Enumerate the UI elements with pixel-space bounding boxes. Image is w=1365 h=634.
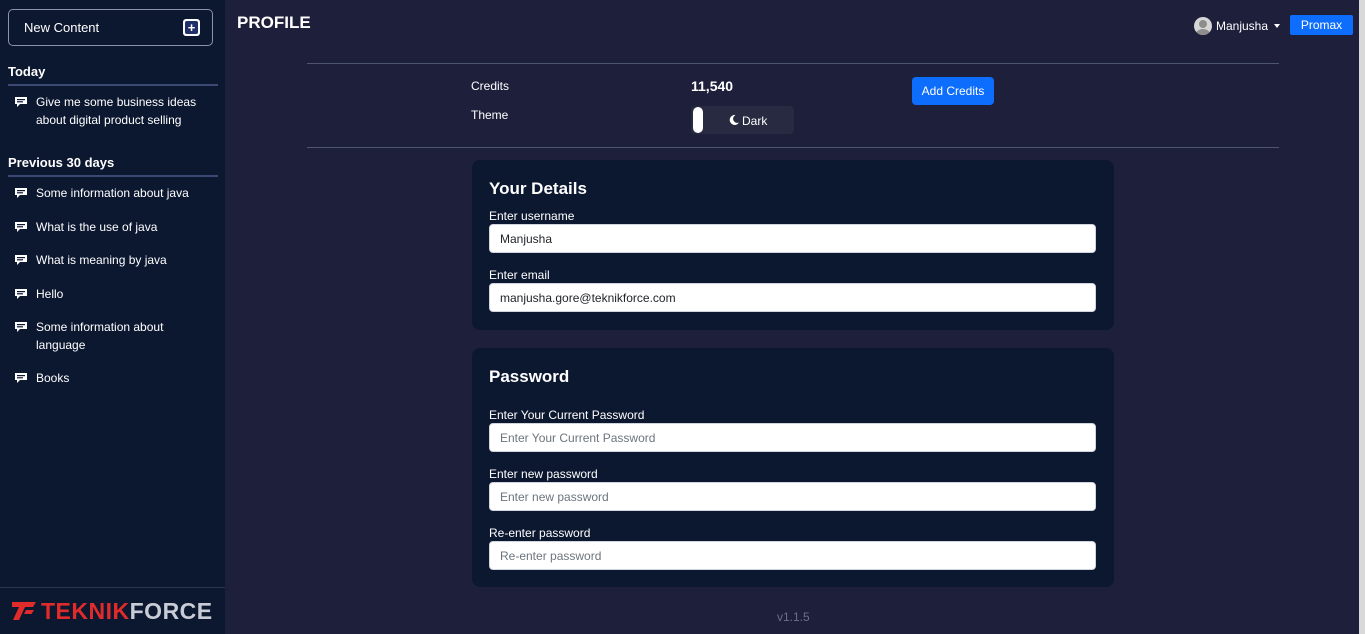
chat-item[interactable]: Give me some business ideas about digita… [14, 93, 214, 129]
version-label: v1.1.5 [777, 610, 810, 624]
chat-item[interactable]: Some information about java [14, 184, 214, 202]
chat-bubble-icon [15, 188, 27, 198]
chat-item-label: Some information about java [36, 186, 189, 200]
chat-item-label: Hello [36, 287, 64, 301]
username-field[interactable] [489, 224, 1096, 253]
chat-item[interactable]: What is the use of java [14, 218, 214, 236]
credits-value: 11,540 [691, 78, 734, 94]
user-name: Manjusha [1216, 19, 1269, 33]
new-password-field[interactable] [489, 482, 1096, 511]
chat-bubble-icon [15, 222, 27, 232]
chevron-down-icon [1274, 24, 1281, 28]
new-password-label: Enter new password [489, 467, 598, 481]
chat-item-label: What is meaning by java [36, 253, 167, 267]
reenter-password-label: Re-enter password [489, 526, 591, 540]
section-title-today: Today [8, 64, 218, 86]
password-card-title: Password [489, 367, 570, 386]
chat-item-label: Books [36, 371, 70, 385]
chat-bubble-icon [15, 373, 27, 383]
teknikforce-logo-icon [12, 602, 36, 620]
new-content-button[interactable]: New Content + [8, 9, 213, 46]
chat-item-label: Some information about language [36, 320, 164, 352]
chat-bubble-icon [15, 289, 27, 299]
chat-bubble-icon [15, 255, 27, 265]
plus-icon: + [183, 19, 200, 36]
toggle-knob [693, 107, 703, 133]
chat-item[interactable]: Some information about language [14, 318, 214, 354]
section-title-previous-30-days: Previous 30 days [8, 155, 218, 177]
divider [307, 63, 1279, 64]
theme-label: Theme [471, 108, 509, 122]
sidebar: New Content + Today Give me some busines… [0, 0, 225, 634]
divider [307, 147, 1279, 148]
chat-item[interactable]: What is meaning by java [14, 251, 214, 269]
user-menu[interactable]: Manjusha [1194, 16, 1281, 36]
scrollbar[interactable] [1359, 0, 1365, 634]
chat-item[interactable]: Hello [14, 285, 214, 303]
reenter-password-field[interactable] [489, 541, 1096, 570]
chat-bubble-icon [15, 322, 27, 332]
password-card: Password Enter Your Current Password Ent… [472, 348, 1114, 587]
brand-part-2: FORCE [129, 597, 213, 624]
current-password-label: Enter Your Current Password [489, 408, 645, 422]
email-label: Enter email [489, 268, 550, 282]
details-card-title: Your Details [489, 179, 587, 198]
new-content-label: New Content [24, 20, 100, 35]
brand-part-1: TEKNIK [41, 597, 130, 624]
chat-item-label: Give me some business ideas about digita… [36, 95, 197, 127]
credits-label: Credits [471, 79, 510, 93]
username-label: Enter username [489, 209, 575, 223]
chat-item[interactable]: Books [14, 369, 214, 387]
add-credits-button[interactable]: Add Credits [912, 77, 994, 105]
current-password-field[interactable] [489, 423, 1096, 452]
email-field[interactable] [489, 283, 1096, 312]
brand-logo: TEKNIKFORCE [0, 587, 225, 634]
page-title: PROFILE [237, 13, 311, 32]
brand-wordmark: TEKNIKFORCE [41, 598, 213, 625]
plan-badge[interactable]: Promax [1290, 15, 1353, 35]
avatar [1194, 17, 1212, 35]
chat-bubble-icon [15, 97, 27, 107]
details-card: Your Details Enter username Enter email [472, 160, 1114, 330]
theme-toggle[interactable]: Dark [691, 106, 794, 134]
moon-icon [729, 114, 739, 125]
theme-value: Dark [742, 114, 768, 128]
chat-item-label: What is the use of java [36, 220, 158, 234]
